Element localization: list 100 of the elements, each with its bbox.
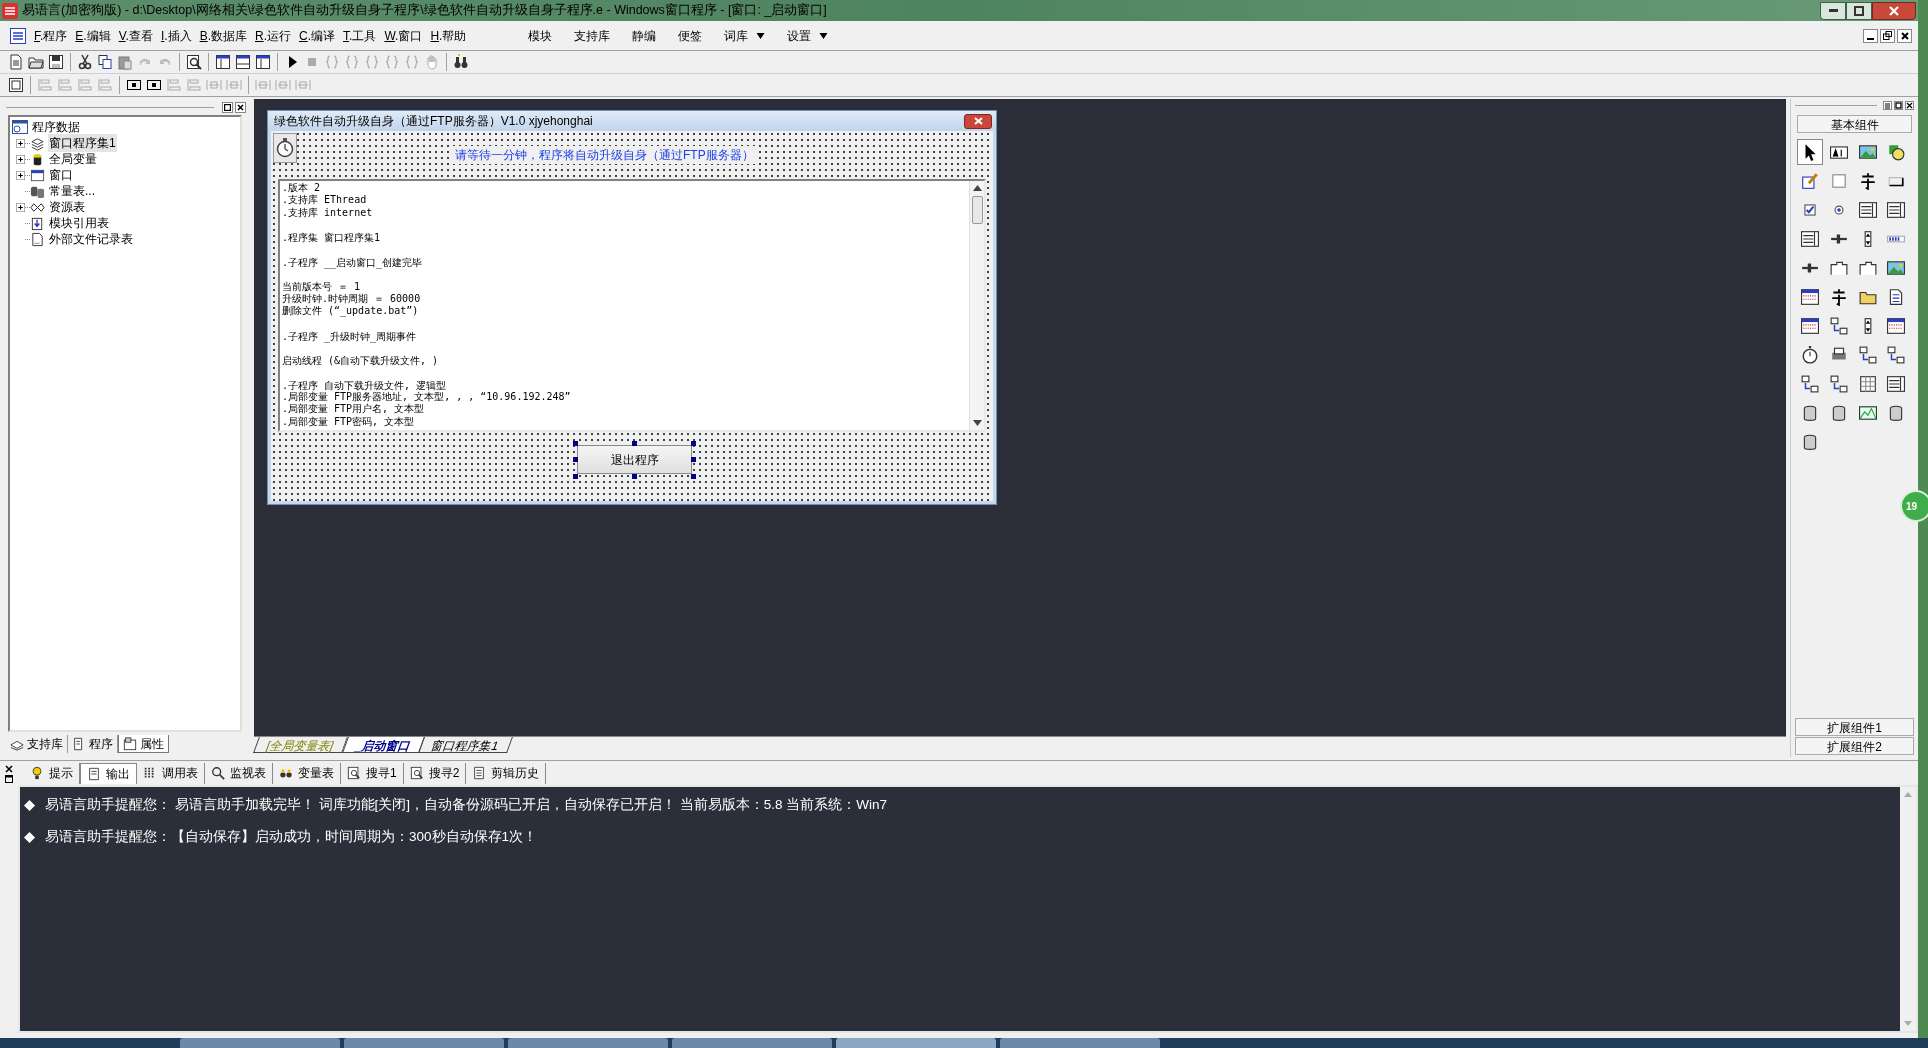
menu-item[interactable]: F.程序 (30, 25, 72, 46)
resize-handle[interactable] (691, 441, 696, 446)
chart-icon[interactable] (1858, 404, 1877, 422)
tab-icon[interactable] (1829, 259, 1848, 277)
grid-icon[interactable] (1858, 375, 1877, 393)
code-text-box[interactable] (278, 179, 986, 432)
output-tab[interactable]: 剪辑历史 (466, 762, 547, 784)
center-icon[interactable] (146, 77, 162, 93)
calendar-icon[interactable] (1801, 317, 1819, 335)
menu-item[interactable]: T.工具 (339, 25, 381, 46)
find-icon[interactable] (186, 54, 202, 70)
menu-item[interactable]: H.帮助 (426, 25, 471, 46)
frame-icon[interactable] (1829, 172, 1848, 190)
close-button[interactable] (964, 113, 992, 129)
resize-handle[interactable] (573, 457, 578, 462)
close-icon[interactable] (1905, 100, 1914, 110)
maximize-button[interactable] (222, 101, 233, 113)
network-icon[interactable] (1887, 346, 1906, 364)
resize-handle[interactable] (632, 474, 637, 479)
layout-icon[interactable] (215, 54, 231, 70)
resize-handle[interactable] (632, 441, 637, 446)
network-icon[interactable] (1801, 375, 1819, 393)
close-button[interactable] (1872, 1, 1916, 20)
tree-item[interactable]: 模块引用表 (48, 214, 110, 232)
menu-item[interactable]: R.运行 (251, 25, 295, 46)
picture-icon[interactable] (1887, 259, 1906, 277)
calendar-icon[interactable] (1887, 317, 1906, 335)
scrollbar[interactable] (969, 181, 984, 430)
text-icon[interactable] (1829, 288, 1848, 306)
tree-item[interactable]: 外部文件记录表 (48, 230, 134, 248)
menu-item[interactable]: 支持库 (574, 25, 611, 46)
tree-item[interactable]: 全局变量 (48, 150, 98, 168)
tree-root-label[interactable]: 程序数据 (32, 118, 80, 136)
tree-item[interactable]: 窗口程序集1 (48, 134, 117, 152)
minimize-button[interactable] (1820, 1, 1846, 20)
mdi-minimize-button[interactable] (1863, 28, 1878, 43)
menu-item[interactable]: E.编辑 (71, 25, 115, 46)
timer-control[interactable] (273, 133, 297, 163)
shapes-icon[interactable] (1887, 143, 1906, 161)
panel-tab[interactable]: 支持库 (6, 735, 68, 753)
resize-handle[interactable] (573, 474, 578, 479)
network-icon[interactable] (1829, 317, 1848, 335)
scrollbar-thumb[interactable] (971, 196, 983, 224)
close-button[interactable] (235, 101, 246, 113)
output-tab[interactable]: 变量表 (273, 762, 341, 784)
category-button[interactable]: 扩展组件1 (1795, 718, 1914, 736)
binoculars-icon[interactable] (453, 54, 469, 70)
center-icon[interactable] (126, 77, 142, 93)
menu-item[interactable]: 静编 (632, 25, 657, 46)
menu-item[interactable]: I.插入 (156, 25, 196, 46)
expand-icon[interactable] (16, 202, 25, 212)
database-icon[interactable] (1801, 404, 1819, 422)
scissors-icon[interactable] (77, 54, 93, 70)
checkbox-icon[interactable] (1801, 201, 1819, 219)
output-tab[interactable]: 搜寻1 (341, 762, 404, 784)
database-icon[interactable] (1801, 433, 1819, 451)
menu-item[interactable]: V.查看 (114, 25, 157, 46)
menu-item[interactable]: 设置 (787, 25, 829, 46)
panel-tab[interactable]: 属性 (118, 735, 169, 753)
output-tab[interactable]: 搜寻2 (403, 762, 467, 784)
resize-handle[interactable] (691, 474, 696, 479)
menu-item[interactable]: 模块 (528, 25, 553, 46)
tree-item[interactable]: 窗口 (48, 166, 74, 184)
output-tab[interactable]: 调用表 (137, 762, 205, 784)
listbox-icon[interactable] (1801, 230, 1819, 248)
menu-item[interactable]: 便签 (678, 25, 703, 46)
tree-item[interactable]: 资源表 (48, 198, 86, 216)
output-tab[interactable]: 输出 (80, 762, 137, 784)
menu-item[interactable]: C.编译 (295, 25, 340, 46)
editor-tab[interactable]: _启动窗口 (341, 737, 425, 753)
listbox-icon[interactable] (1858, 201, 1877, 219)
text-icon[interactable] (1858, 172, 1877, 190)
copy-icon[interactable] (97, 54, 113, 70)
picture-icon[interactable] (1858, 143, 1877, 161)
menu-item[interactable]: B.数据库 (195, 25, 251, 46)
scroll-down-icon[interactable] (972, 420, 982, 426)
mdi-restore-button[interactable] (1880, 28, 1895, 43)
calendar-icon[interactable] (1801, 288, 1819, 306)
restore-icon[interactable] (1894, 100, 1903, 110)
menu-item[interactable]: W.窗口 (380, 25, 427, 46)
expand-icon[interactable] (16, 138, 25, 148)
listbox-icon[interactable] (1887, 201, 1906, 219)
exit-button[interactable]: 退出程序 (577, 445, 692, 474)
network-icon[interactable] (1858, 346, 1877, 364)
label-icon[interactable] (1829, 143, 1848, 161)
restore-icon[interactable] (5, 775, 13, 783)
resize-handle[interactable] (691, 457, 696, 462)
expand-icon[interactable] (16, 154, 25, 164)
mdi-close-button[interactable] (1897, 28, 1912, 43)
folder-icon[interactable] (28, 54, 44, 70)
panel-icon[interactable] (235, 54, 251, 70)
timer-icon[interactable] (1801, 346, 1819, 364)
save-icon[interactable] (48, 54, 64, 70)
network-icon[interactable] (1829, 375, 1848, 393)
tab-icon[interactable] (1858, 259, 1877, 277)
form-icon[interactable] (8, 77, 24, 93)
listbox-icon[interactable] (1887, 375, 1906, 393)
close-icon[interactable] (5, 765, 13, 773)
restore-button[interactable] (1846, 1, 1872, 20)
new-file-icon[interactable] (8, 54, 24, 70)
